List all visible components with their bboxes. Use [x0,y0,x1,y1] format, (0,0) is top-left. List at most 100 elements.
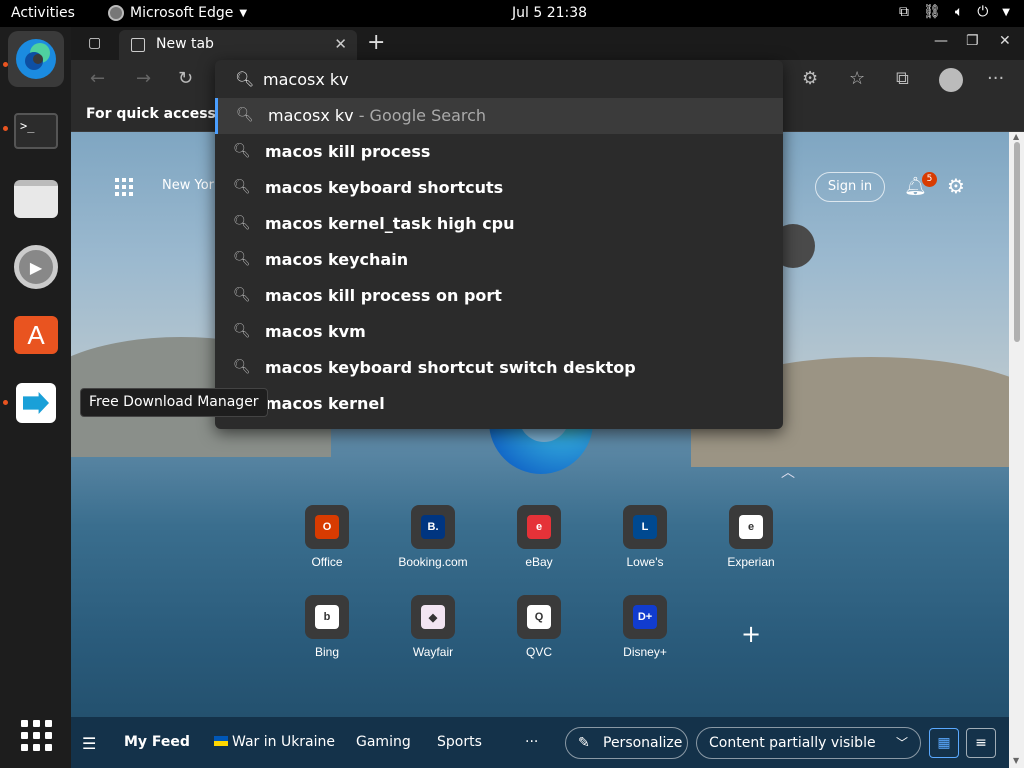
forward-icon[interactable]: → [136,68,151,89]
list-layout-icon[interactable]: ≡ [966,728,996,758]
favorites-icon[interactable]: ☆ [849,68,865,89]
feed-tab-my-feed[interactable]: My Feed [124,734,190,750]
quick-link-tile[interactable]: Q QVC [499,595,579,659]
page-settings-icon[interactable]: ⚙ [947,174,965,198]
dock-software[interactable]: A [8,307,64,363]
quick-link-label: Lowe's [626,555,664,569]
apps-grid-icon [20,719,52,751]
dock-tooltip: Free Download Manager [80,388,268,417]
weather-location[interactable]: New York [162,178,222,193]
terminal-icon: >_ [14,113,58,149]
scrollbar-thumb[interactable] [1014,142,1020,342]
quick-link-tile[interactable]: O Office [287,505,367,569]
quick-link-icon: e [729,505,773,549]
personalize-button[interactable]: ✎ Personalize [565,727,688,759]
software-icon: A [14,316,58,354]
address-bar-dropdown: 🔍︎ 🔍︎ macosx kv - Google Search 🔍︎ macos ki… [215,60,783,429]
chevron-down-icon[interactable]: ▼ [1002,4,1010,20]
profile-avatar[interactable] [939,68,963,92]
quick-link-label: QVC [525,645,552,659]
clock[interactable]: Jul 5 21:38 [512,5,587,21]
suggestion-text: macosx kv - Google Search [268,106,487,125]
address-bar[interactable]: 🔍︎ [215,60,783,98]
restore-icon[interactable]: ❐ [966,33,979,49]
feed-tab-war-in-ukraine[interactable]: War in Ukraine [214,734,335,750]
new-tab-button[interactable]: + [367,30,385,55]
system-tray[interactable]: ⧉ ⛓ 🔈︎ ⏻ ▼ [899,4,1010,20]
feed-more-button[interactable]: ··· [525,734,538,750]
scroll-down-icon[interactable]: ▼ [1013,756,1019,765]
suggestion-item[interactable]: 🔍︎ macos keyboard shortcuts [215,170,783,206]
grid-layout-icon[interactable]: ▦ [929,728,959,758]
show-applications-button[interactable] [8,707,64,763]
suggestion-text: macos keychain [265,250,409,269]
site-logo-icon: ◆ [421,605,445,629]
collections-icon[interactable]: ⧉ [896,68,909,89]
site-logo-icon: e [739,515,763,539]
ukraine-flag-icon [214,736,228,746]
chevron-down-icon: ▼ [239,7,248,19]
volume-icon[interactable]: 🔈︎ [955,4,963,20]
feed-tab-sports[interactable]: Sports [437,734,482,750]
quick-link-icon: ◆ [411,595,455,639]
app-menu[interactable]: Microsoft Edge ▼ [108,5,247,21]
sign-in-button[interactable]: Sign in [815,172,885,202]
feed-tab-gaming[interactable]: Gaming [356,734,411,750]
quick-link-tile[interactable]: B. Booking.com [393,505,473,569]
back-icon[interactable]: ← [90,68,105,89]
suggestion-item[interactable]: 🔍︎ macos keyboard shortcut switch desktop [215,350,783,386]
close-tab-icon[interactable]: ✕ [334,35,347,53]
suggestion-text: macos kvm [265,322,366,341]
search-icon: 🔍︎ [233,251,251,267]
quick-link-icon: b [305,595,349,639]
site-logo-icon: Q [527,605,551,629]
suggestion-item[interactable]: 🔍︎ macos kernel_task high cpu [215,206,783,242]
address-input[interactable] [263,67,763,91]
quick-link-tile[interactable]: L Lowe's [605,505,685,569]
quick-link-icon: D+ [623,595,667,639]
scroll-up-icon[interactable]: ▲ [1013,132,1019,141]
quick-link-label: eBay [525,555,553,569]
quick-link-icon: L [623,505,667,549]
page-scrollbar[interactable]: ▲ ▼ [1009,132,1024,768]
settings-icon: ▶ [14,245,58,289]
suggestion-item[interactable]: 🔍︎ macos keychain [215,242,783,278]
search-icon: 🔍︎ [233,143,251,159]
network-icon[interactable]: ⛓ [923,4,941,20]
quick-link-tile[interactable]: ◆ Wayfair [393,595,473,659]
refresh-icon[interactable]: ↻ [178,68,193,89]
dock: >_ ▶ A [0,27,71,768]
suggestion-item[interactable]: 🔍︎ macos kvm [215,314,783,350]
close-window-icon[interactable]: ✕ [999,33,1011,49]
screen-share-icon[interactable]: ⧉ [899,4,909,20]
dock-terminal[interactable]: >_ [8,103,64,159]
tab-new-tab[interactable]: New tab ✕ [119,30,357,60]
dock-edge[interactable] [8,31,64,87]
power-icon[interactable]: ⏻ [977,4,988,20]
minimize-icon[interactable]: — [934,33,948,49]
search-icon: 🔍︎ [233,359,251,375]
dock-settings[interactable]: ▶ [8,239,64,295]
add-quick-link-icon[interactable]: + [741,620,761,648]
suggestion-item[interactable]: 🔍︎ macos kill process [215,134,783,170]
content-visibility-select[interactable]: Content partially visible ﹀ [696,727,921,759]
edge-icon [16,39,56,79]
quick-link-tile[interactable]: e Experian [711,505,791,569]
quick-link-tile[interactable]: e eBay [499,505,579,569]
suggestion-text: macos kernel_task high cpu [265,214,515,233]
chevron-up-icon[interactable]: ︿ [781,462,795,482]
extensions-icon[interactable]: ⚙ [802,68,818,89]
site-logo-icon: B. [421,515,445,539]
suggestion-item[interactable]: 🔍︎ macosx kv - Google Search [215,98,783,134]
activities-button[interactable]: Activities [11,5,75,21]
suggestion-text: macos kill process on port [265,286,502,305]
quick-link-tile[interactable]: D+ Disney+ [605,595,685,659]
suggestion-item[interactable]: 🔍︎ macos kill process on port [215,278,783,314]
tab-actions-icon[interactable]: ▢ [88,35,101,51]
apps-launcher-icon[interactable] [115,178,133,196]
hamburger-menu-icon[interactable]: ☰ [82,734,96,753]
suggestion-item[interactable]: 🔍︎macos kernel [215,386,783,422]
more-menu-icon[interactable]: ··· [987,68,1004,89]
dock-files[interactable] [8,171,64,227]
quick-link-tile[interactable]: b Bing [287,595,367,659]
